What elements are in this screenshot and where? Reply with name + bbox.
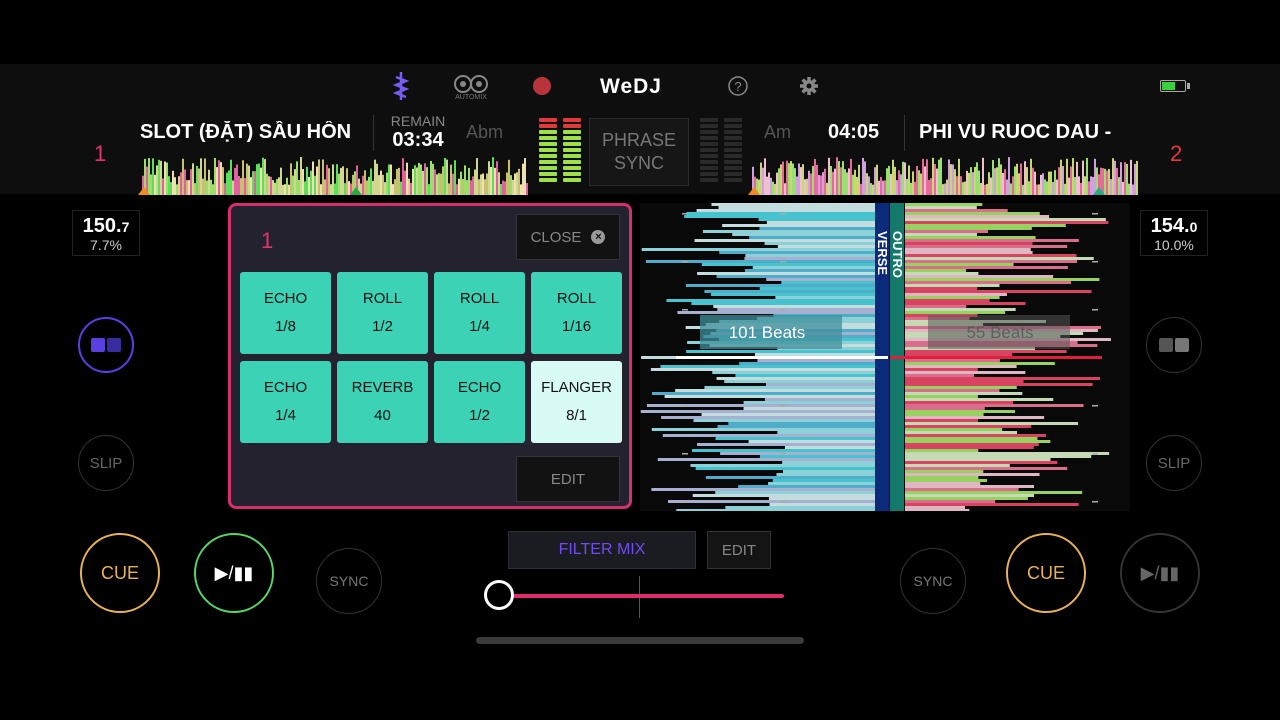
fx-pad[interactable]: ROLL 1/4 [434, 272, 525, 354]
deck2-pad-mode-button[interactable] [1146, 317, 1202, 373]
waveform-icon[interactable] [388, 70, 414, 102]
fx-pad[interactable]: ROLL 1/2 [337, 272, 428, 354]
fx-panel: 1 CLOSE × ECHO 1/8 ROLL 1/2 ROLL 1/4 ROLL 1/16 E… [228, 203, 632, 509]
fx-pad-name: ROLL [459, 290, 500, 307]
fx-pad[interactable]: REVERB 40 [337, 361, 428, 443]
deck2-pitch: 10.0% [1154, 237, 1194, 253]
deck1-play-pause-button[interactable]: ▶/▮▮ [194, 533, 274, 613]
deck1-pitch: 7.7% [90, 237, 122, 253]
deck2-slip-button[interactable]: SLIP [1146, 435, 1202, 491]
fx-pad[interactable]: ECHO 1/4 [240, 361, 331, 443]
record-icon [533, 77, 551, 95]
fx-edit-button[interactable]: EDIT [516, 456, 620, 502]
settings-button[interactable] [798, 75, 820, 97]
fx-pad-name: ECHO [263, 290, 308, 307]
fx-panel-deck-number: 1 [261, 228, 274, 253]
deck2-cue-button[interactable]: CUE [1006, 533, 1086, 613]
fx-pad-name: ROLL [362, 290, 403, 307]
phrase-label-outro: OUTRO [890, 231, 905, 278]
fx-pad-value: 1/8 [275, 318, 296, 335]
deck1-remain-label: REMAIN [390, 112, 446, 129]
deck2-number: 2 [1170, 141, 1183, 166]
deck2-time: 04:05 [828, 121, 880, 143]
fx-pad-value: 1/2 [469, 407, 490, 424]
fx-pad[interactable]: ROLL 1/16 [531, 272, 622, 354]
automix-icon[interactable]: AUTOMIX [452, 70, 490, 104]
fx-pad-value: 8/1 [566, 407, 587, 424]
deck2-bpm-decimal: 0 [1189, 219, 1198, 235]
record-button[interactable] [532, 76, 552, 96]
phrase-sync-button[interactable]: PHRASE SYNC [589, 118, 689, 186]
deck1-title: SLOT (ĐẶT) SẦU HỒN [140, 121, 352, 143]
deck2-title: PHI VU RUOC DAU - [919, 121, 1112, 143]
automix-label: AUTOMIX [455, 93, 487, 101]
filter-edit-button[interactable]: EDIT [707, 531, 771, 569]
deck1-cue-button[interactable]: CUE [80, 533, 160, 613]
fx-pad-name: ECHO [263, 379, 308, 396]
app-logo: WeDJ [600, 75, 662, 98]
fx-pad[interactable]: ECHO 1/2 [434, 361, 525, 443]
deck1-bpm-main: 150. [82, 215, 122, 237]
close-button[interactable]: CLOSE × [516, 214, 620, 260]
deck1-time: 03:34 [392, 128, 444, 151]
main-waveform[interactable]: 101 Beats 55 Beats VERSE OUTRO [640, 203, 1130, 511]
filter-mix-button[interactable]: FILTER MIX [508, 531, 696, 569]
close-icon: × [591, 230, 606, 244]
crossfader-knob[interactable] [484, 580, 514, 610]
deck1-bpm-decimal: 7 [121, 219, 130, 235]
help-icon: ? [728, 76, 748, 96]
deck2-bpm-display[interactable]: 154.0 10.0% [1140, 210, 1208, 256]
fx-pad-name: ROLL [556, 290, 597, 307]
left-beats-label: 101 Beats [729, 323, 806, 342]
deck1-overview-waveform[interactable] [138, 155, 530, 195]
battery-icon [1159, 79, 1191, 93]
deck1-info[interactable]: SLOT (ĐẶT) SẦU HỒN REMAIN 03:34 Abm [140, 110, 530, 155]
help-button[interactable]: ? [727, 75, 749, 97]
svg-text:?: ? [734, 79, 741, 94]
phrase-sync-line1: PHRASE [601, 130, 677, 150]
fx-pad-value: 1/4 [275, 407, 296, 424]
fx-pad-value: 1/16 [561, 318, 592, 335]
deck2-level-meter-right [724, 118, 742, 184]
fx-pad-value: 1/2 [372, 318, 393, 335]
fx-pad-name: FLANGER [541, 379, 612, 396]
deck2-info[interactable]: Am 04:05 PHI VU RUOC DAU - [764, 110, 1139, 155]
deck1-slip-button[interactable]: SLIP [78, 435, 134, 491]
deck1-number: 1 [94, 141, 107, 166]
deck1-key: Abm [466, 122, 504, 142]
deck2-pad-mode-icon [1159, 338, 1189, 352]
deck2-play-pause-button[interactable]: ▶/▮▮ [1120, 533, 1200, 613]
deck2-overview-waveform[interactable] [748, 155, 1140, 195]
fx-pad[interactable]: ECHO 1/8 [240, 272, 331, 354]
fx-pad-value: 1/4 [469, 318, 490, 335]
home-indicator [476, 637, 804, 644]
fx-pad-value: 40 [374, 407, 391, 424]
deck1-level-meter-right [563, 118, 581, 184]
fx-pad-name: REVERB [351, 379, 414, 396]
phrase-label-verse: VERSE [875, 231, 890, 275]
crossfader-track [500, 594, 784, 598]
deck1-bpm-display[interactable]: 150.7 7.7% [72, 210, 140, 256]
fx-pad-name: ECHO [457, 379, 502, 396]
right-beats-label: 55 Beats [966, 323, 1033, 342]
deck2-bpm-main: 154. [1150, 215, 1190, 237]
crossfader[interactable] [484, 576, 784, 620]
deck2-level-meter-left [700, 118, 718, 184]
phrase-sync-line2: SYNC [613, 153, 664, 173]
deck1-pad-mode-icon [91, 338, 121, 352]
fx-pad[interactable]: FLANGER 8/1 [531, 361, 622, 443]
deck1-pad-mode-button[interactable] [78, 317, 134, 373]
deck2-sync-button[interactable]: SYNC [900, 548, 966, 614]
deck1-level-meter-left [539, 118, 557, 184]
close-label: CLOSE [530, 228, 582, 246]
gear-icon [800, 77, 818, 95]
deck2-key: Am [764, 122, 791, 142]
deck1-sync-button[interactable]: SYNC [316, 548, 382, 614]
